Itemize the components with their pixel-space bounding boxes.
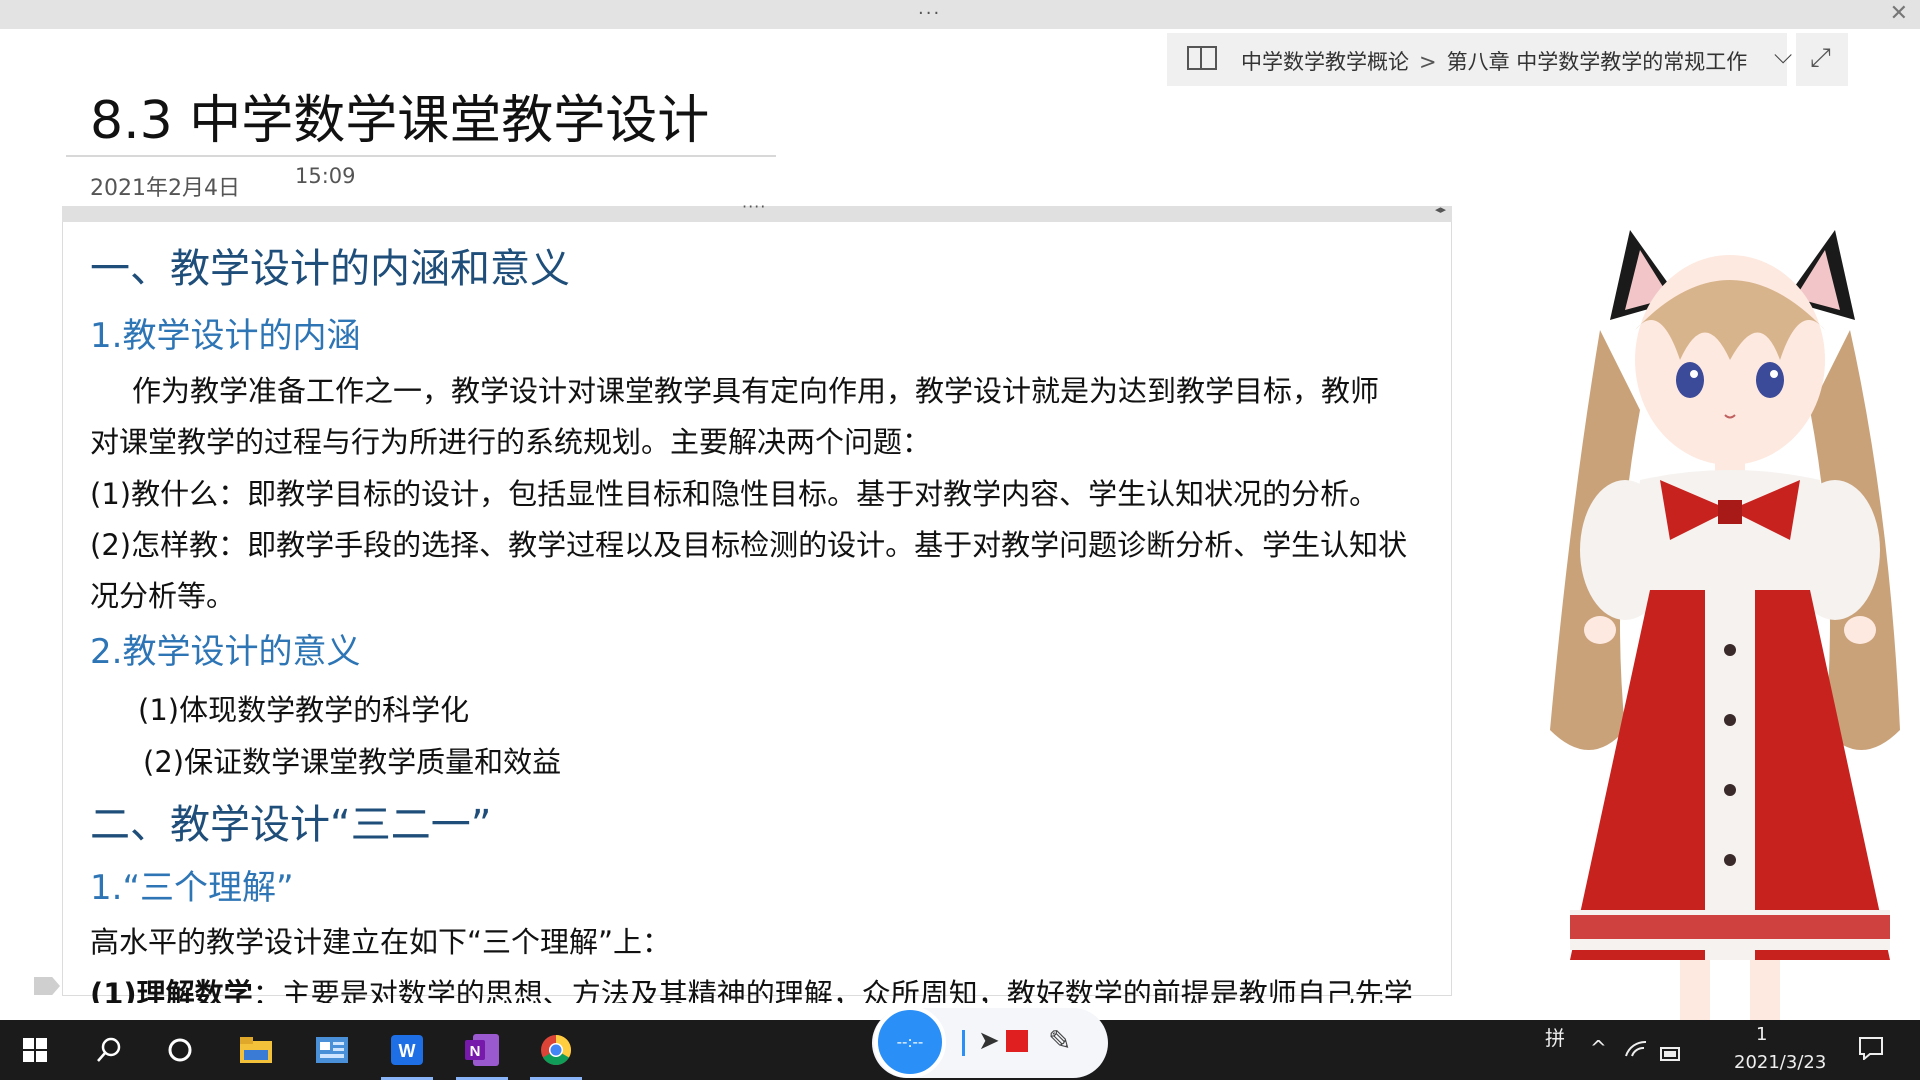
tag-marker-icon[interactable] [34,977,60,995]
control-panel-icon [316,1037,348,1063]
notification-icon[interactable] [1858,1036,1884,1066]
heading-2[interactable]: 1.“三个理解” [90,860,294,909]
list-item[interactable]: (2)保证数学课堂教学质量和效益 [143,739,561,781]
paragraph-line[interactable]: (2)怎样教：即教学手段的选择、教学过程以及目标检测的设计。基于对教学问题诊断分… [90,522,1407,564]
search-button[interactable] [77,1020,141,1080]
page-date: 2021年2月4日 [90,176,240,201]
recorder-timer[interactable]: --:-- [874,1006,946,1078]
heading-2[interactable]: 2.教学设计的意义 [90,624,360,673]
clock-time[interactable]: 1 [1756,1024,1767,1045]
expand-icon[interactable]: ⤢ [1810,43,1831,74]
paragraph-line[interactable]: 对课堂教学的过程与行为所进行的系统规划。主要解决两个问题： [90,419,931,461]
heading-1[interactable]: 二、教学设计“三二一” [90,792,491,850]
wps-icon: W [391,1035,423,1065]
cortana-icon [168,1038,192,1062]
paragraph-line[interactable]: 作为教学准备工作之一，教学设计对课堂教学具有定向作用，教学设计就是为达到教学目标… [132,368,1379,410]
notebook-breadcrumb[interactable]: 中学数学教学概论 > 第八章 中学数学教学的常规工作 ⌵ [1167,33,1792,86]
page-time: 15:09 [295,164,356,188]
breadcrumb[interactable]: 中学数学教学概论 > 第八章 中学数学教学的常规工作 [1241,46,1747,76]
show-hidden-icons-icon[interactable]: ^ [1590,1036,1607,1060]
heading-2[interactable]: 1.教学设计的内涵 [90,308,360,357]
paragraph-line[interactable]: 况分析等。 [90,573,235,615]
stop-recording-button[interactable] [1006,1030,1028,1052]
breadcrumb-separator: > [1419,50,1437,74]
wps-button[interactable]: W [375,1020,439,1080]
recorder-divider [962,1030,965,1056]
cursor-tool-icon[interactable]: ➤ [978,1026,1000,1056]
breadcrumb-section[interactable]: 第八章 中学数学教学的常规工作 [1447,50,1748,74]
bold-term[interactable]: (1)理解数学 [90,977,253,1003]
heading-1[interactable]: 一、教学设计的内涵和意义 [90,236,570,294]
drag-handle-icon[interactable]: ···· [742,197,766,216]
pen-tool-icon[interactable]: ✎ [1048,1024,1071,1057]
file-explorer-button[interactable] [224,1020,288,1080]
chrome-button[interactable] [524,1020,588,1080]
cortana-button[interactable] [148,1020,212,1080]
note-container-handle[interactable]: ···· ◂▸ [62,197,1452,222]
ime-indicator[interactable]: 拼 [1545,1022,1565,1051]
close-icon[interactable]: ✕ [1890,1,1908,26]
screen-recorder-widget[interactable]: --:-- ➤ ✎ [872,1006,1108,1078]
battery-icon[interactable] [1660,1042,1682,1067]
notebook-icon[interactable] [1187,46,1217,70]
windows-logo-icon [23,1038,47,1062]
title-underline [66,155,776,157]
resize-arrows-icon[interactable]: ◂▸ [1435,203,1446,216]
svg-text:N: N [470,1043,481,1060]
chrome-icon [541,1035,572,1066]
breadcrumb-notebook[interactable]: 中学数学教学概论 [1241,50,1409,74]
expand-button[interactable]: ⤢ [1796,33,1848,86]
onenote-icon: N [465,1034,499,1066]
windows-start-button[interactable] [3,1020,67,1080]
clock-date[interactable]: 2021/3/23 [1734,1052,1826,1073]
svg-text:W: W [399,1041,416,1061]
paragraph-text[interactable]: ：主要是对数学的思想、方法及其精神的理解，众所周知，教好数学的前提是教师自己先学 [253,977,1413,1003]
paragraph-line[interactable]: (1)教什么：即教学目标的设计，包括显性目标和隐性目标。基于对教学内容、学生认知… [90,471,1378,513]
window-top-strip: ··· ✕ [0,0,1920,29]
folder-icon [240,1037,272,1063]
chevron-down-icon[interactable]: ⌵ [1774,41,1792,69]
more-options-icon[interactable]: ··· [918,3,941,24]
onenote-button[interactable]: N [450,1020,514,1080]
list-item[interactable]: (1)体现数学教学的科学化 [138,687,469,729]
search-icon [97,1037,121,1062]
paragraph-line[interactable]: 高水平的教学设计建立在如下“三个理解”上： [90,919,671,961]
mascot-avatar [1550,230,1900,1080]
wifi-icon[interactable] [1624,1038,1648,1064]
page-title[interactable]: 8.3 中学数学课堂教学设计 [90,78,709,153]
paragraph-line[interactable]: (1)理解数学：主要是对数学的思想、方法及其精神的理解，众所周知，教好数学的前提… [90,971,1413,1003]
control-panel-button[interactable] [300,1020,364,1080]
